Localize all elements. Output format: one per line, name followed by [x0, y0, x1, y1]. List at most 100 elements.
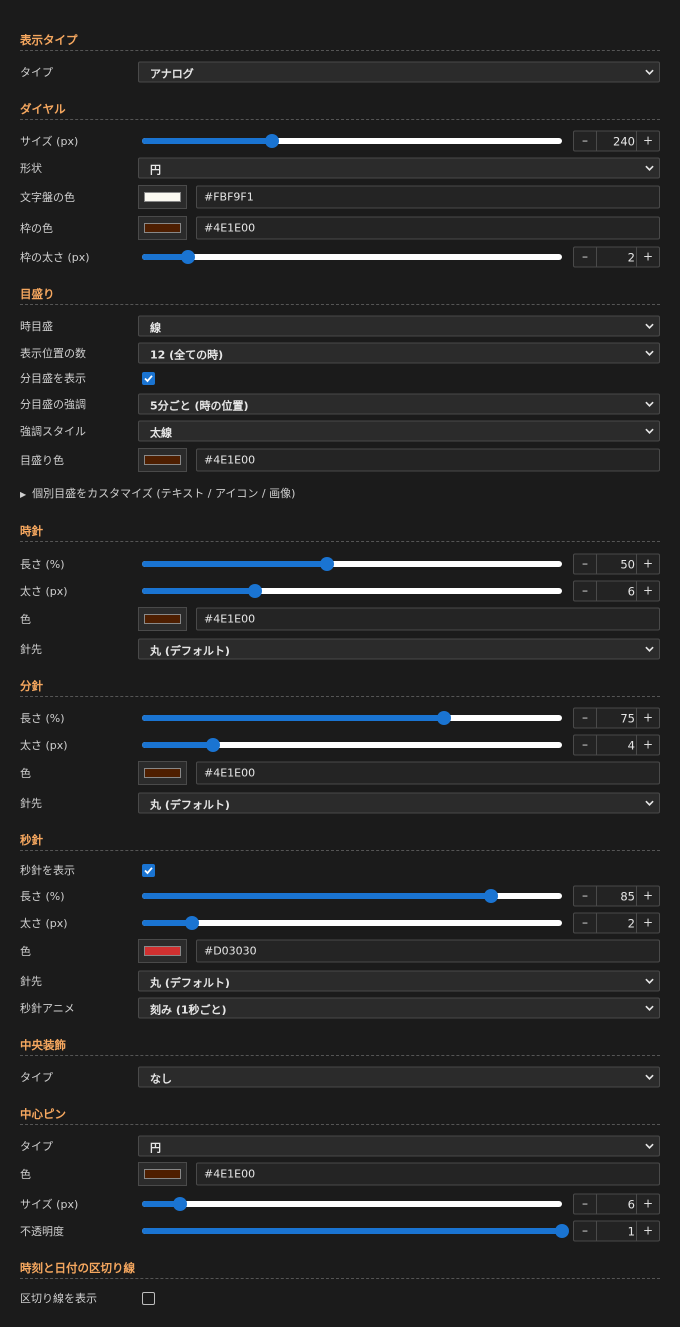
center-pin-size-slider[interactable]	[142, 1197, 562, 1211]
slider-thumb[interactable]	[248, 584, 263, 598]
increment-button[interactable]: +	[636, 581, 659, 601]
minute-color-hex-input[interactable]: #4E1E00	[196, 761, 660, 785]
decrement-button[interactable]: –	[574, 735, 597, 755]
second-tip-label: 針先	[20, 975, 42, 988]
decrement-button[interactable]: –	[574, 886, 597, 906]
chevron-down-icon	[645, 1143, 654, 1149]
tick-color-swatch[interactable]	[138, 448, 187, 472]
face-color-swatch[interactable]	[138, 185, 187, 209]
slider-thumb[interactable]	[265, 134, 280, 148]
increment-button[interactable]: +	[636, 886, 659, 906]
increment-button[interactable]: +	[636, 735, 659, 755]
increment-button[interactable]: +	[636, 554, 659, 574]
border-width-slider[interactable]	[142, 250, 562, 264]
customize-ticks-expander[interactable]: ▶ 個別目盛をカスタマイズ (テキスト / アイコン / 画像)	[20, 485, 295, 501]
second-tip-select[interactable]: 丸 (デフォルト)	[138, 970, 660, 992]
minute-length-slider[interactable]	[142, 711, 562, 725]
decrement-button[interactable]: –	[574, 581, 597, 601]
stepper-value[interactable]: 1	[628, 1225, 635, 1239]
increment-button[interactable]: +	[636, 247, 659, 267]
second-width-stepper[interactable]: – 2 +	[573, 912, 660, 934]
second-color-swatch[interactable]	[138, 939, 187, 963]
slider-thumb[interactable]	[206, 738, 221, 752]
face-color-hex-input[interactable]: #FBF9F1	[196, 185, 660, 209]
show-separator-checkbox[interactable]	[142, 1292, 155, 1305]
slider-thumb[interactable]	[483, 889, 498, 903]
stepper-value[interactable]: 6	[628, 585, 635, 599]
dial-size-slider[interactable]	[142, 134, 562, 148]
emphasis-style-select[interactable]: 太線	[138, 420, 660, 442]
decrement-button[interactable]: –	[574, 247, 597, 267]
hour-length-stepper[interactable]: – 50 +	[573, 553, 660, 575]
increment-button[interactable]: +	[636, 708, 659, 728]
tick-color-hex-input[interactable]: #4E1E00	[196, 448, 660, 472]
border-color-hex-input[interactable]: #4E1E00	[196, 216, 660, 240]
center-pin-size-stepper[interactable]: – 6 +	[573, 1193, 660, 1215]
center-pin-type-select[interactable]: 円	[138, 1135, 660, 1157]
positions-select[interactable]: 12 (全ての時)	[138, 342, 660, 364]
hour-color-swatch[interactable]	[138, 607, 187, 631]
display-type-select[interactable]: アナログ	[138, 61, 660, 83]
second-length-slider[interactable]	[142, 889, 562, 903]
increment-button[interactable]: +	[636, 1194, 659, 1214]
stepper-value[interactable]: 2	[628, 917, 635, 931]
stepper-value[interactable]: 50	[620, 558, 635, 572]
dial-shape-select[interactable]: 円	[138, 157, 660, 179]
hour-tick-select[interactable]: 線	[138, 315, 660, 337]
hour-width-slider[interactable]	[142, 584, 562, 598]
minute-width-slider[interactable]	[142, 738, 562, 752]
slider-thumb[interactable]	[319, 557, 334, 571]
center-pin-opacity-slider[interactable]	[142, 1224, 569, 1238]
show-second-hand-checkbox[interactable]	[142, 864, 155, 877]
dial-size-stepper[interactable]: – 240 +	[573, 130, 660, 152]
minute-emphasis-select[interactable]: 5分ごと (時の位置)	[138, 393, 660, 415]
increment-button[interactable]: +	[636, 1221, 659, 1241]
center-pin-color-swatch[interactable]	[138, 1162, 187, 1186]
hour-length-slider[interactable]	[142, 557, 562, 571]
section-title: 時針	[20, 524, 43, 538]
show-minute-ticks-checkbox[interactable]	[142, 372, 155, 385]
hour-color-hex-input[interactable]: #4E1E00	[196, 607, 660, 631]
section-dial: ダイヤル	[20, 96, 660, 122]
hour-width-stepper[interactable]: – 6 +	[573, 580, 660, 602]
decrement-button[interactable]: –	[574, 1221, 597, 1241]
chevron-down-icon	[645, 646, 654, 652]
border-width-stepper[interactable]: – 2 +	[573, 246, 660, 268]
stepper-value[interactable]: 85	[620, 890, 635, 904]
center-decoration-type-select[interactable]: なし	[138, 1066, 660, 1088]
border-color-swatch[interactable]	[138, 216, 187, 240]
slider-thumb[interactable]	[555, 1224, 569, 1238]
slider-thumb[interactable]	[181, 250, 196, 264]
increment-button[interactable]: +	[636, 131, 659, 151]
second-width-slider[interactable]	[142, 916, 562, 930]
stepper-value[interactable]: 2	[628, 251, 635, 265]
center-pin-color-hex-input[interactable]: #4E1E00	[196, 1162, 660, 1186]
second-color-hex-input[interactable]: #D03030	[196, 939, 660, 963]
decrement-button[interactable]: –	[574, 1194, 597, 1214]
section-title: 分針	[20, 679, 43, 693]
slider-thumb[interactable]	[185, 916, 200, 930]
select-value: 円	[150, 1141, 161, 1155]
decrement-button[interactable]: –	[574, 708, 597, 728]
increment-button[interactable]: +	[636, 913, 659, 933]
stepper-value[interactable]: 75	[620, 712, 635, 726]
decrement-button[interactable]: –	[574, 554, 597, 574]
stepper-value[interactable]: 6	[628, 1198, 635, 1212]
center-pin-size-label: サイズ (px)	[20, 1198, 79, 1211]
stepper-value[interactable]: 4	[628, 739, 635, 753]
decrement-button[interactable]: –	[574, 131, 597, 151]
select-value: 太線	[150, 426, 172, 440]
second-anim-select[interactable]: 刻み (1秒ごと)	[138, 997, 660, 1019]
second-length-stepper[interactable]: – 85 +	[573, 885, 660, 907]
decrement-button[interactable]: –	[574, 913, 597, 933]
slider-thumb[interactable]	[172, 1197, 187, 1211]
minute-tip-select[interactable]: 丸 (デフォルト)	[138, 792, 660, 814]
minute-color-swatch[interactable]	[138, 761, 187, 785]
minute-width-stepper[interactable]: – 4 +	[573, 734, 660, 756]
stepper-value[interactable]: 240	[613, 135, 635, 149]
minute-length-stepper[interactable]: – 75 +	[573, 707, 660, 729]
slider-thumb[interactable]	[437, 711, 452, 725]
minute-width-label: 太さ (px)	[20, 739, 68, 752]
hour-tip-select[interactable]: 丸 (デフォルト)	[138, 638, 660, 660]
center-pin-opacity-stepper[interactable]: – 1 +	[573, 1220, 660, 1242]
